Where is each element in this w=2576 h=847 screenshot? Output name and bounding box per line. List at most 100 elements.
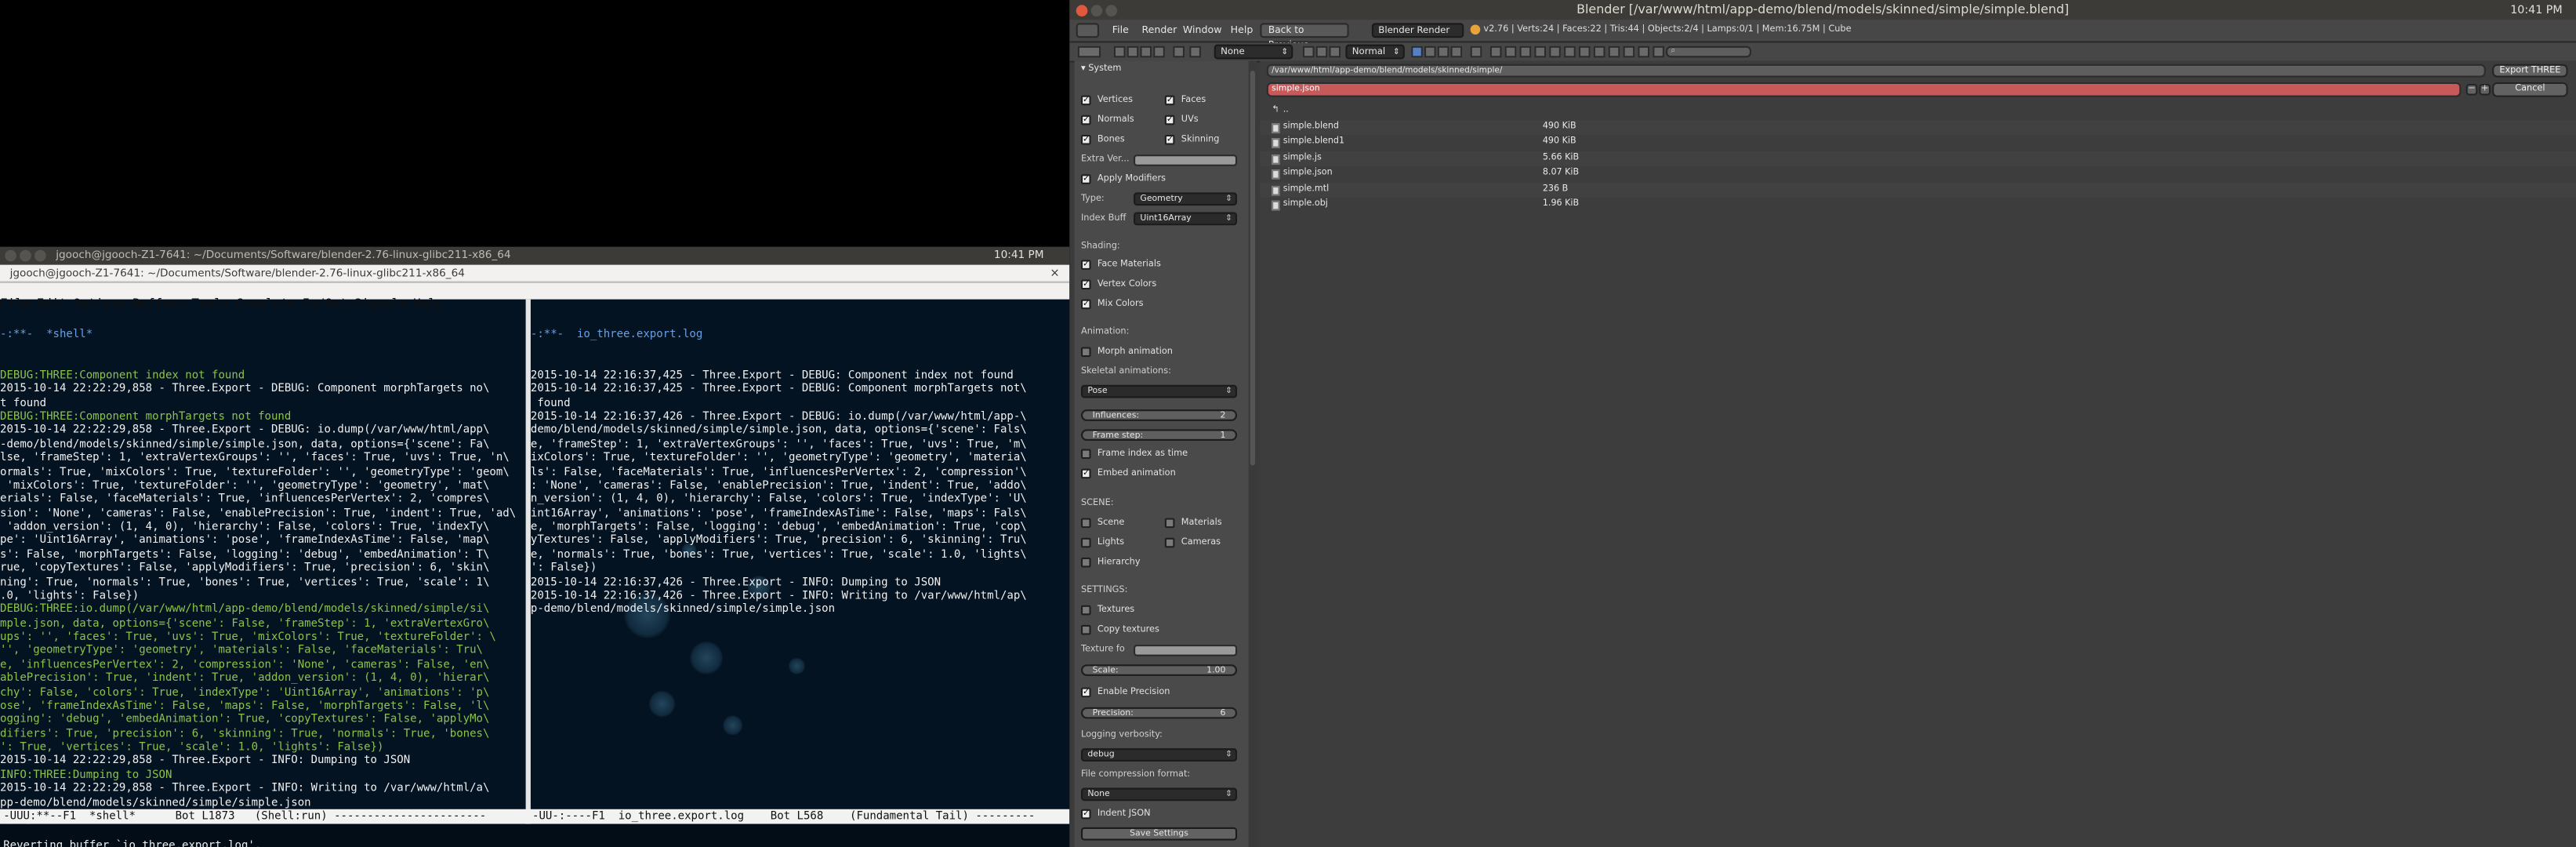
vertices-checkbox[interactable]: ✓ [1080, 95, 1091, 106]
shell-buffer[interactable]: -:**- *shell* DEBUG:THREE:Component inde… [0, 300, 526, 826]
cameras-checkbox[interactable] [1164, 537, 1175, 548]
cancel-button[interactable]: Cancel [2492, 82, 2568, 97]
shell-buffer-header: -:**- *shell* [0, 326, 93, 340]
system-panel-header[interactable]: ▾ System [1081, 64, 1121, 76]
sort-alpha-icon[interactable] [1411, 45, 1423, 58]
maximize-window-icon[interactable] [34, 249, 46, 262]
textures-checkbox[interactable] [1080, 605, 1091, 616]
texture-folder-input[interactable] [1134, 645, 1238, 656]
normals-checkbox[interactable]: ✓ [1080, 115, 1091, 125]
filter-icon[interactable] [1489, 45, 1502, 58]
file-row[interactable]: simple.blend 490 KiB [1260, 119, 2576, 135]
lights-checkbox[interactable] [1080, 537, 1091, 548]
faces-checkbox[interactable]: ✓ [1164, 95, 1175, 106]
logging-verbosity-dropdown[interactable]: debug ⇕ [1080, 748, 1238, 762]
close-window-icon[interactable] [5, 249, 16, 262]
sort-ext-icon[interactable] [1424, 45, 1436, 58]
display-mode-dropdown[interactable]: None ⇕ [1214, 44, 1293, 60]
sort-mode-dropdown[interactable]: Normal ⇕ [1345, 44, 1405, 60]
scene-checkbox[interactable] [1080, 518, 1091, 529]
uvs-checkbox[interactable]: ✓ [1164, 115, 1175, 125]
long-list-icon[interactable] [1315, 45, 1328, 58]
filter-archive-icon[interactable] [1638, 45, 1650, 58]
enable-precision-checkbox[interactable]: ✓ [1080, 687, 1091, 698]
terminal-window[interactable]: jgooch@jgooch-Z1-7641: ~/Documents/Softw… [0, 246, 1070, 847]
menu-help[interactable]: Help [1231, 23, 1254, 38]
back-to-previous-button[interactable]: Back to Previous [1260, 23, 1349, 51]
scale-field[interactable]: Scale: 1.00 [1080, 664, 1238, 676]
apply-modifiers-checkbox[interactable]: ✓ [1080, 174, 1091, 184]
filter-font-icon[interactable] [1593, 45, 1605, 58]
panel-clock: 10:41 PM [993, 248, 1044, 262]
file-row[interactable]: simple.json 8.07 KiB [1260, 166, 2576, 182]
compression-format-dropdown[interactable]: None ⇕ [1080, 787, 1238, 802]
log-buffer[interactable]: -:**- io_three.export.log 2015-10-14 22:… [531, 300, 1066, 826]
menu-render[interactable]: Render [1142, 23, 1177, 38]
folder-up-icon: ↰ [1272, 105, 1279, 115]
extra-vertex-groups-input[interactable] [1134, 154, 1238, 166]
filter-blend-icon[interactable] [1519, 45, 1532, 58]
filter-script-icon[interactable] [1578, 45, 1591, 58]
thumbnails-icon[interactable] [1329, 45, 1341, 58]
copy-textures-checkbox[interactable] [1080, 624, 1091, 635]
frame-step-field[interactable]: Frame step: 1 [1080, 429, 1238, 442]
bookmark-icon[interactable] [1189, 45, 1201, 58]
file-row[interactable]: simple.blend1 490 KiB [1260, 135, 2576, 151]
forward-icon[interactable] [1127, 45, 1139, 58]
panel-scrollbar[interactable] [1248, 60, 1257, 847]
hierarchy-checkbox[interactable] [1080, 557, 1091, 568]
type-dropdown[interactable]: Geometry ⇕ [1134, 192, 1238, 206]
refresh-icon[interactable] [1153, 45, 1165, 58]
blender-window[interactable]: Blender [/var/www/html/app-demo/blend/mo… [1069, 0, 2576, 847]
filename-input[interactable]: simple.json [1266, 82, 2462, 97]
export-three-button[interactable]: Export THREE [2492, 64, 2568, 78]
save-settings-button[interactable]: Save Settings [1080, 827, 1238, 841]
morph-animation-checkbox[interactable] [1080, 347, 1091, 358]
log-line: demo/blend/models/skinned/simple/simple.… [530, 423, 1027, 437]
sort-time-icon[interactable] [1437, 45, 1449, 58]
filter-sound-icon[interactable] [1608, 45, 1620, 58]
directory-path-input[interactable]: /var/www/html/app-demo/blend/models/skin… [1266, 64, 2486, 78]
new-folder-icon[interactable] [1173, 45, 1185, 58]
file-row[interactable]: simple.js 5.66 KiB [1260, 150, 2576, 166]
index-buffer-dropdown[interactable]: Uint16Array ⇕ [1134, 212, 1238, 226]
render-engine-dropdown[interactable]: Blender Render [1371, 23, 1464, 38]
file-row[interactable]: simple.mtl 236 B [1260, 181, 2576, 198]
decrement-filename-icon[interactable]: + [2479, 83, 2491, 96]
scene-stats: v2.76 | Verts:24 | Faces:22 | Tris:44 | … [1483, 24, 1852, 35]
skeletal-animations-dropdown[interactable]: Pose ⇕ [1080, 384, 1238, 398]
parent-directory-icon[interactable] [1140, 45, 1152, 58]
filter-backup-icon[interactable] [1534, 45, 1547, 58]
minibuffer[interactable]: Reverting buffer `io_three.export.log'. [0, 823, 1070, 847]
menu-window[interactable]: Window [1183, 23, 1222, 38]
mix-colors-checkbox[interactable]: ✓ [1080, 299, 1091, 310]
vertex-colors-checkbox[interactable]: ✓ [1080, 279, 1091, 290]
filter-folder-blend-icon[interactable] [1653, 45, 1664, 58]
filter-folder-icon[interactable] [1504, 45, 1517, 58]
precision-field[interactable]: Precision: 6 [1080, 707, 1238, 719]
hide-dot-files-icon[interactable] [1470, 45, 1482, 58]
bones-checkbox[interactable]: ✓ [1080, 134, 1091, 145]
file-row[interactable]: simple.obj 1.96 KiB [1260, 198, 2576, 213]
editor-type-info-icon[interactable] [1076, 23, 1100, 38]
menu-file[interactable]: File [1112, 23, 1129, 38]
indent-json-checkbox[interactable]: ✓ [1080, 809, 1091, 820]
close-icon[interactable]: × [1050, 265, 1059, 282]
skinning-checkbox[interactable]: ✓ [1164, 134, 1175, 145]
search-input[interactable]: ⌕ [1666, 45, 1752, 58]
increment-filename-icon[interactable]: − [2465, 83, 2478, 96]
editor-type-file-browser-icon[interactable] [1077, 45, 1101, 58]
face-materials-checkbox[interactable]: ✓ [1080, 260, 1091, 270]
minimize-window-icon[interactable] [20, 249, 31, 262]
embed-animation-checkbox[interactable]: ✓ [1080, 468, 1091, 479]
short-list-icon[interactable] [1302, 45, 1315, 58]
filter-movie-icon[interactable] [1564, 45, 1576, 58]
back-icon[interactable] [1113, 45, 1126, 58]
parent-directory-row[interactable]: ↰ .. [1260, 104, 2576, 119]
influences-field[interactable]: Influences: 2 [1080, 409, 1238, 421]
filter-text-icon[interactable] [1623, 45, 1635, 58]
materials-checkbox[interactable] [1164, 518, 1175, 529]
sort-size-icon[interactable] [1450, 45, 1463, 58]
frame-index-as-time-checkbox[interactable] [1080, 449, 1091, 460]
filter-image-icon[interactable] [1549, 45, 1561, 58]
